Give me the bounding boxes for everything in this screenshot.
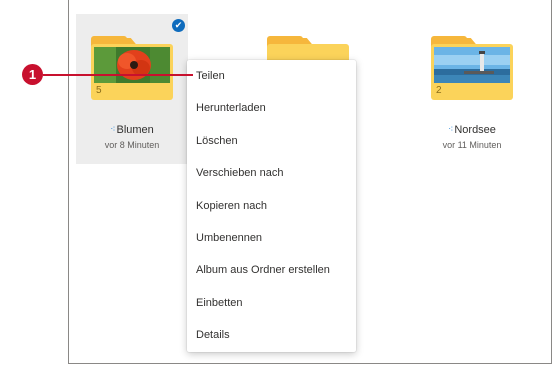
folder-tile-blumen[interactable]: 5 ✔ ⁖Blumen vor 8 Minuten: [76, 14, 188, 164]
folder-item-count: 5: [96, 85, 102, 96]
menu-item-details[interactable]: Details: [187, 319, 356, 351]
menu-item-delete[interactable]: Löschen: [187, 125, 356, 157]
sync-spinner-icon: ⁖: [110, 124, 116, 134]
menu-item-copy-to[interactable]: Kopieren nach: [187, 190, 356, 222]
menu-item-share[interactable]: Teilen: [187, 60, 356, 92]
folder-thumbnail-poppy: [94, 47, 170, 83]
menu-item-embed[interactable]: Einbetten: [187, 287, 356, 319]
folder-icon: 2: [431, 36, 513, 100]
folder-modified-date: vor 11 Minuten: [442, 140, 502, 150]
folder-item-count: 2: [436, 85, 442, 96]
menu-item-rename[interactable]: Umbenennen: [187, 222, 356, 254]
checkmark-icon[interactable]: ✔: [172, 19, 185, 32]
folder-thumbnail-lighthouse: [434, 47, 510, 83]
callout-leader-line: [43, 74, 193, 76]
folder-icon: 5: [91, 36, 173, 100]
folder-tile-nordsee[interactable]: 2 ⁖Nordsee vor 11 Minuten: [416, 14, 528, 164]
callout-badge: 1: [22, 64, 43, 85]
folder-name: Nordsee: [454, 124, 496, 136]
menu-item-create-album[interactable]: Album aus Ordner erstellen: [187, 254, 356, 286]
menu-item-download[interactable]: Herunterladen: [187, 92, 356, 124]
menu-item-move-to[interactable]: Verschieben nach: [187, 157, 356, 189]
folder-modified-date: vor 8 Minuten: [104, 140, 160, 150]
folder-name: Blumen: [116, 124, 154, 136]
context-menu: Teilen Herunterladen Löschen Verschieben…: [187, 60, 356, 352]
sync-spinner-icon: ⁖: [448, 124, 454, 134]
